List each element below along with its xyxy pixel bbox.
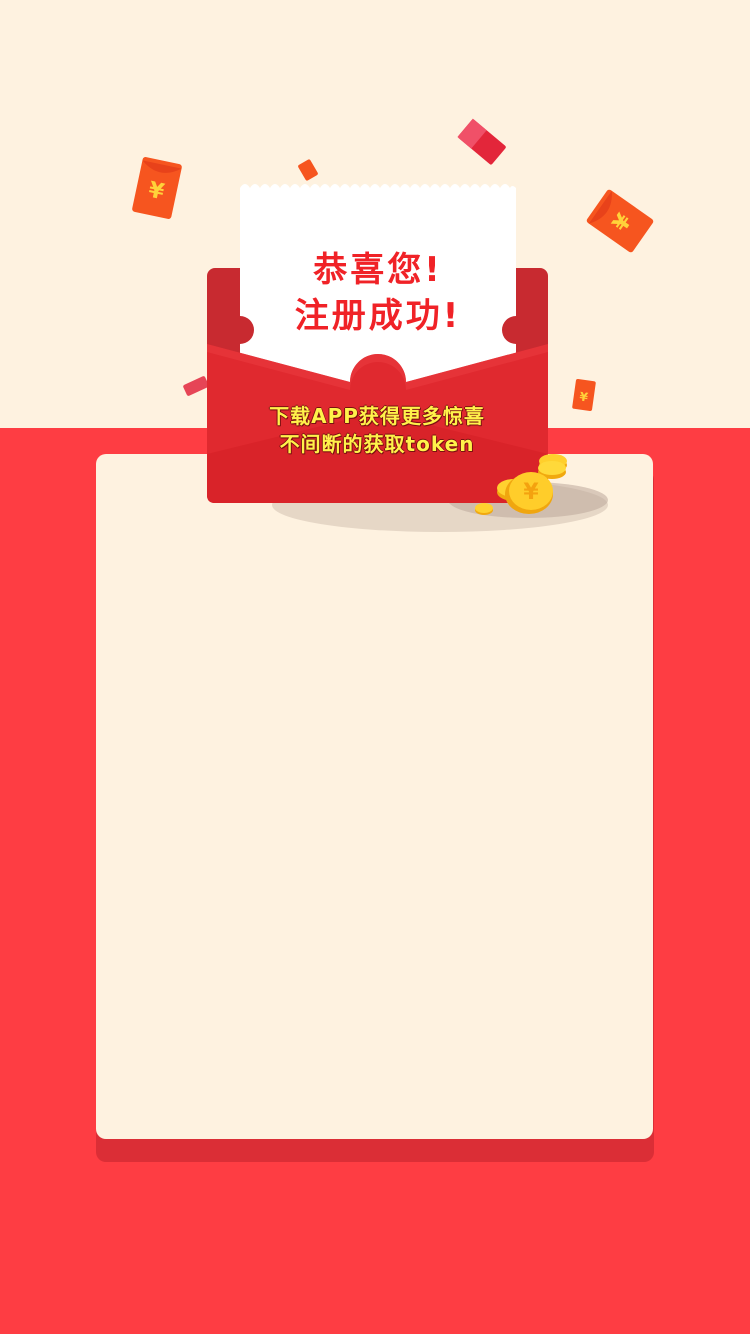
- token-promo: 不间断的获取token: [279, 432, 475, 456]
- floating-red-envelope-small: ¥: [572, 379, 596, 411]
- floating-red-envelope-top: [457, 118, 506, 165]
- floating-red-envelope-blur: [183, 376, 209, 396]
- success-title-line1: 恭喜您!: [313, 250, 443, 290]
- download-app-promo: 下载APP获得更多惊喜: [269, 404, 485, 428]
- floating-red-envelope-tiny: [298, 159, 318, 181]
- success-title-line2: 注册成功!: [294, 296, 462, 336]
- coin-yen-symbol: ¥: [523, 480, 539, 505]
- floating-red-envelope-left: ¥: [132, 157, 182, 219]
- floating-red-envelope-right: ¥: [586, 189, 654, 253]
